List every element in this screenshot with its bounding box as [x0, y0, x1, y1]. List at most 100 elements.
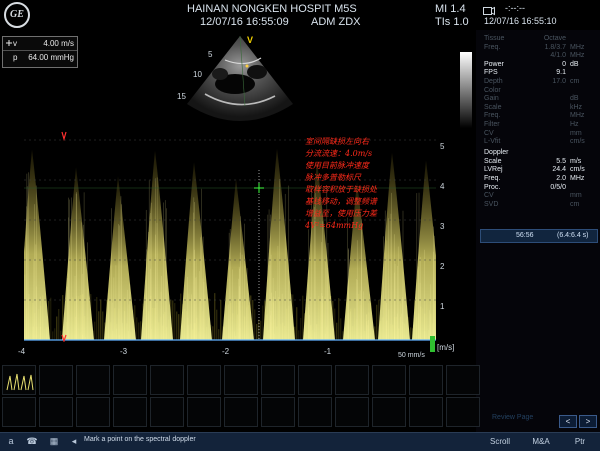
velocity-axis: 5 4 3 2 1: [440, 140, 452, 340]
spectrum-noise: [94, 322, 95, 340]
measure-analyze-button[interactable]: M&A: [522, 434, 560, 450]
thumbnail-slot[interactable]: [113, 365, 147, 395]
review-page-label: Review Page: [492, 414, 533, 421]
spectrum-noise: [298, 330, 299, 340]
thumbnail-slot[interactable]: [372, 397, 406, 427]
thumbnail-slot[interactable]: [187, 365, 221, 395]
pressure-value: 64.00 mmHg: [28, 51, 74, 64]
velocity-label: v: [13, 37, 17, 50]
next-page-button[interactable]: >: [579, 415, 597, 428]
network-icon[interactable]: ▦: [46, 434, 62, 449]
spectrum-noise: [262, 306, 263, 340]
orientation-marker: V: [247, 35, 253, 45]
spectrum-noise: [220, 300, 221, 340]
spectrum-noise: [138, 322, 139, 340]
thumbnail-slot[interactable]: [224, 365, 258, 395]
ge-logo: GE: [4, 2, 30, 28]
prev-page-button[interactable]: <: [559, 415, 577, 428]
annotation-text[interactable]: 室间隔缺损左向右 分流流速：4.0m/s 使用目前脉冲速度 脉冲多普勒标尺 取样…: [305, 136, 423, 232]
thumbnail-slot[interactable]: [335, 365, 369, 395]
thumbnail-slot[interactable]: [446, 365, 480, 395]
operator-id: ADM ZDX: [311, 16, 361, 28]
thumbnail-slot[interactable]: [187, 397, 221, 427]
thumbnail-slot[interactable]: [150, 397, 184, 427]
elapsed-clock: -:--:--: [505, 3, 525, 13]
spectrum-noise: [218, 329, 219, 340]
scroll-button[interactable]: Scroll: [478, 434, 522, 450]
time-tick-1: -1: [324, 347, 331, 356]
phone-icon[interactable]: ☎: [24, 434, 40, 449]
thumbnail-slot[interactable]: [150, 365, 184, 395]
crosshair-cursor[interactable]: [254, 183, 264, 193]
mi-index: MI 1.4: [435, 3, 466, 15]
thumbnail-slot[interactable]: [298, 397, 332, 427]
spectrum-noise: [102, 312, 103, 340]
depth-mark-15: 15: [177, 92, 186, 101]
echo-sector-image: 5 10 15 V: [165, 32, 315, 132]
exam-datetime: 12/07/16 16:55:09: [200, 16, 289, 28]
thumbnail-slot[interactable]: [39, 397, 73, 427]
spectrum-noise: [376, 305, 377, 340]
thumbnail-slot[interactable]: [2, 365, 36, 395]
thumbnail-slot[interactable]: [335, 397, 369, 427]
thumbnail-slot[interactable]: [446, 397, 480, 427]
chevron-right-icon: >: [586, 417, 591, 426]
spectrum-noise: [174, 303, 175, 340]
time-axis: -4 -3 -2 -1 50 mm/s: [0, 345, 440, 359]
chevron-left-icon: <: [566, 417, 571, 426]
thumbnail-slot[interactable]: [261, 397, 295, 427]
systolic-peak: [24, 149, 50, 340]
spectrum-noise: [58, 309, 59, 340]
spectrum-noise: [178, 314, 179, 340]
spectrum-noise: [256, 324, 257, 340]
thumbnail-slot[interactable]: [409, 365, 443, 395]
thumbnail-slot[interactable]: [372, 365, 406, 395]
spectrum-noise: [296, 307, 297, 340]
doppler-param-label: SVD: [484, 200, 498, 209]
thumbnail-slot[interactable]: [409, 397, 443, 427]
velocity-tick-4: 4: [440, 182, 444, 191]
ecg-marker: [62, 132, 66, 139]
status-hint: Mark a point on the spectral doppler: [84, 436, 196, 443]
image-param-row: L-Vfit cm/s: [484, 137, 594, 146]
cine-timer-bar[interactable]: 56:56 (6.4:6.4 s): [480, 229, 598, 243]
thumbnail-slot[interactable]: [39, 365, 73, 395]
grayscale-bar: [460, 52, 472, 128]
spectrum-noise: [60, 331, 61, 340]
time-tick-3: -3: [120, 347, 127, 356]
thumbnail-slot[interactable]: [76, 365, 110, 395]
spectrum-noise: [50, 298, 51, 340]
thumbnail-slot[interactable]: [2, 397, 36, 427]
pressure-row: p 64.00 mmHg: [3, 51, 77, 64]
doppler-section-title: Doppler: [484, 148, 594, 157]
image-param-unit: cm/s: [570, 137, 585, 146]
systolic-peak: [62, 167, 94, 340]
depth-mark-5: 5: [208, 50, 212, 59]
spectrum-noise: [98, 311, 99, 340]
spectrum-noise: [340, 318, 341, 340]
spectrum-noise: [176, 312, 177, 340]
thumbnail-slot[interactable]: [224, 397, 258, 427]
spectrum-noise: [96, 297, 97, 340]
velocity-row: v 4.00 m/s: [3, 37, 77, 51]
spectrum-noise: [338, 298, 339, 340]
measurement-result-box: v 4.00 m/s p 64.00 mmHg: [2, 36, 78, 68]
spectrum-noise: [336, 323, 337, 340]
spectrum-noise: [100, 299, 101, 340]
image-param-label: L-Vfit: [484, 137, 500, 146]
thumbnail-slot[interactable]: [298, 365, 332, 395]
sweep-speed: 50 mm/s: [398, 352, 425, 359]
keyboard-icon[interactable]: a: [3, 434, 19, 449]
thumbnail-slot[interactable]: [261, 365, 295, 395]
spectrum-noise: [212, 326, 213, 340]
thumbnail-slot[interactable]: [76, 397, 110, 427]
pointer-button[interactable]: Ptr: [562, 434, 598, 450]
spectrum-noise: [410, 327, 411, 340]
thumbnail-slot[interactable]: [113, 397, 147, 427]
spectrum-noise: [302, 296, 303, 340]
velocity-tick-1: 1: [440, 302, 444, 311]
spectrum-noise: [52, 331, 53, 340]
velocity-tick-3: 3: [440, 222, 444, 231]
spectrum-noise: [260, 321, 261, 340]
cine-range: (6.4:6.4 s): [557, 232, 589, 239]
